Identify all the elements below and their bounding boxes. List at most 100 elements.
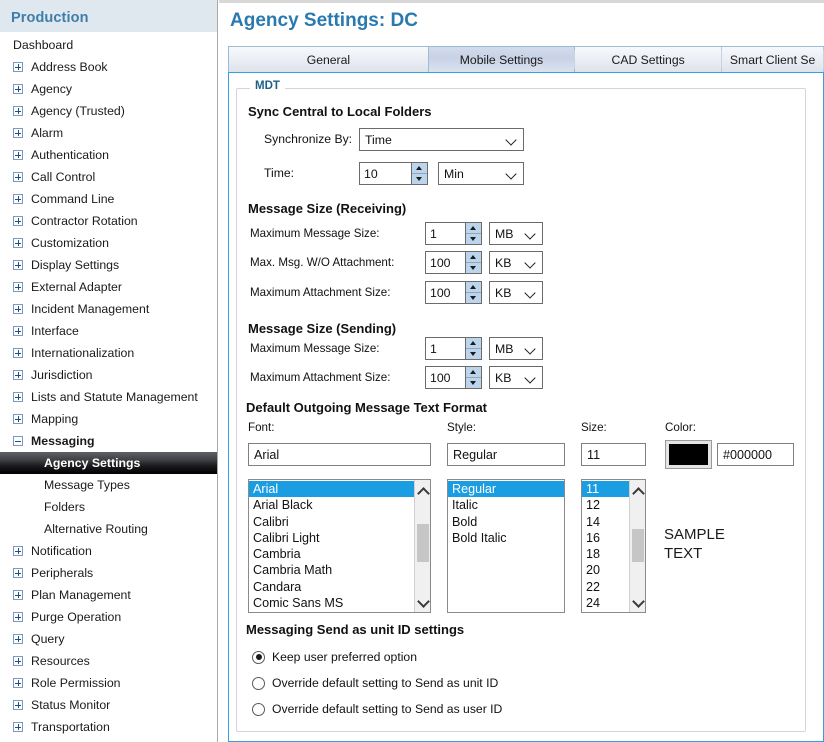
font-listbox-items[interactable]: ArialArial BlackCalibriCalibri LightCamb… [249, 480, 414, 612]
expand-plus-icon[interactable] [13, 612, 23, 622]
sending-row-value[interactable]: 100 [425, 366, 465, 389]
stepper-buttons[interactable] [465, 337, 482, 360]
sidebar-item-alarm[interactable]: Alarm [0, 122, 218, 144]
expand-plus-icon[interactable] [13, 216, 23, 226]
expand-plus-icon[interactable] [13, 128, 23, 138]
expand-plus-icon[interactable] [13, 678, 23, 688]
sidebar-item-display-settings[interactable]: Display Settings [0, 254, 218, 276]
sidebar-item-messaging[interactable]: Messaging [0, 430, 218, 452]
expand-plus-icon[interactable] [13, 84, 23, 94]
sidebar-item-agency-settings[interactable]: Agency Settings [0, 452, 218, 474]
stepper-up-icon[interactable] [466, 252, 481, 263]
sidebar-item-lists-and-statute-management[interactable]: Lists and Statute Management [0, 386, 218, 408]
sidebar-item-mapping[interactable]: Mapping [0, 408, 218, 430]
stepper-buttons[interactable] [465, 251, 482, 274]
expand-plus-icon[interactable] [13, 282, 23, 292]
style-listbox[interactable]: RegularItalicBoldBold Italic [447, 479, 565, 613]
sidebar-item-interface[interactable]: Interface [0, 320, 218, 342]
sidebar-item-authentication[interactable]: Authentication [0, 144, 218, 166]
sidebar-item-agency[interactable]: Agency [0, 78, 218, 100]
expand-plus-icon[interactable] [13, 62, 23, 72]
font-list-item[interactable]: Cambria Math [249, 562, 414, 578]
font-list-item[interactable]: Comic Sans MS [249, 595, 414, 611]
time-value[interactable]: 10 [359, 162, 411, 185]
stepper-up-icon[interactable] [466, 367, 481, 378]
expand-plus-icon[interactable] [13, 546, 23, 556]
style-list-item[interactable]: Bold [448, 514, 564, 530]
expand-plus-icon[interactable] [13, 194, 23, 204]
sidebar-item-peripherals[interactable]: Peripherals [0, 562, 218, 584]
expand-plus-icon[interactable] [13, 700, 23, 710]
radio-button-icon[interactable] [252, 651, 265, 664]
stepper-down-icon[interactable] [466, 293, 481, 303]
receiving-row-unit-select[interactable]: MB [489, 222, 543, 245]
sidebar-item-message-types[interactable]: Message Types [0, 474, 218, 496]
sidebar-item-call-control[interactable]: Call Control [0, 166, 218, 188]
sidebar-item-transportation[interactable]: Transportation [0, 716, 218, 738]
sidebar-item-contractor-rotation[interactable]: Contractor Rotation [0, 210, 218, 232]
sidebar-item-folders[interactable]: Folders [0, 496, 218, 518]
font-listbox-scrollbar[interactable] [414, 480, 430, 612]
font-list-item[interactable]: Candara [249, 579, 414, 595]
stepper-up-icon[interactable] [466, 338, 481, 349]
color-hex-input[interactable]: #000000 [717, 443, 794, 466]
size-list-item[interactable]: 11 [582, 481, 629, 497]
sidebar-item-jurisdiction[interactable]: Jurisdiction [0, 364, 218, 386]
stepper-up-icon[interactable] [466, 223, 481, 234]
expand-plus-icon[interactable] [13, 150, 23, 160]
expand-plus-icon[interactable] [13, 590, 23, 600]
sidebar-item-command-line[interactable]: Command Line [0, 188, 218, 210]
receiving-row-value[interactable]: 1 [425, 222, 465, 245]
color-swatch-button[interactable] [665, 440, 712, 469]
stepper-buttons[interactable] [465, 222, 482, 245]
receiving-row-unit-select[interactable]: KB [489, 251, 543, 274]
receiving-row-unit-select[interactable]: KB [489, 281, 543, 304]
sidebar-item-role-permission[interactable]: Role Permission [0, 672, 218, 694]
sidebar-item-query[interactable]: Query [0, 628, 218, 650]
font-list-item[interactable]: Cambria [249, 546, 414, 562]
sending-row-stepper[interactable]: 100 [425, 366, 482, 389]
expand-plus-icon[interactable] [13, 656, 23, 666]
radio-override-user-id[interactable]: Override default setting to Send as user… [252, 702, 502, 716]
expand-plus-icon[interactable] [13, 260, 23, 270]
font-list-item[interactable]: Arial [249, 481, 414, 497]
expand-plus-icon[interactable] [13, 634, 23, 644]
expand-plus-icon[interactable] [13, 348, 23, 358]
stepper-down-icon[interactable] [466, 378, 481, 388]
sidebar-item-plan-management[interactable]: Plan Management [0, 584, 218, 606]
font-listbox[interactable]: ArialArial BlackCalibriCalibri LightCamb… [248, 479, 431, 613]
expand-plus-icon[interactable] [13, 370, 23, 380]
stepper-down-icon[interactable] [466, 263, 481, 273]
expand-plus-icon[interactable] [13, 106, 23, 116]
time-unit-select[interactable]: Min [438, 162, 524, 185]
sending-row-unit-select[interactable]: KB [489, 366, 543, 389]
style-input[interactable]: Regular [447, 443, 565, 466]
size-list-item[interactable]: 18 [582, 546, 629, 562]
font-list-item[interactable]: Calibri [249, 514, 414, 530]
receiving-row-stepper[interactable]: 100 [425, 281, 482, 304]
tab-general[interactable]: General [229, 47, 429, 72]
stepper-up-icon[interactable] [412, 163, 427, 174]
expand-plus-icon[interactable] [13, 238, 23, 248]
sending-row-value[interactable]: 1 [425, 337, 465, 360]
size-list-item[interactable]: 12 [582, 497, 629, 513]
size-list-item[interactable]: 22 [582, 579, 629, 595]
sending-row-stepper[interactable]: 1 [425, 337, 482, 360]
expand-plus-icon[interactable] [13, 414, 23, 424]
size-listbox-items[interactable]: 1112141618202224 [582, 480, 629, 612]
sidebar-item-external-adapter[interactable]: External Adapter [0, 276, 218, 298]
expand-plus-icon[interactable] [13, 326, 23, 336]
time-stepper-buttons[interactable] [411, 162, 428, 185]
size-list-item[interactable]: 14 [582, 514, 629, 530]
sidebar-item-customization[interactable]: Customization [0, 232, 218, 254]
size-input[interactable]: 11 [581, 443, 646, 466]
style-list-item[interactable]: Bold Italic [448, 530, 564, 546]
time-stepper[interactable]: 10 [359, 162, 428, 185]
stepper-down-icon[interactable] [412, 174, 427, 184]
expand-plus-icon[interactable] [13, 304, 23, 314]
font-input[interactable]: Arial [248, 443, 431, 466]
scrollbar-thumb[interactable] [632, 529, 644, 562]
tab-cad-settings[interactable]: CAD Settings [575, 47, 722, 72]
collapse-minus-icon[interactable] [13, 436, 23, 446]
receiving-row-value[interactable]: 100 [425, 251, 465, 274]
